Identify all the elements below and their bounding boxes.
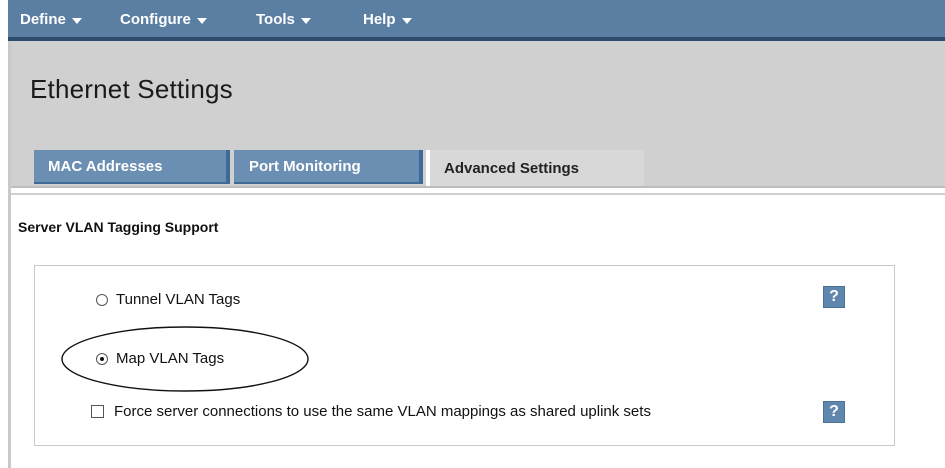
tab-port-monitoring[interactable]: Port Monitoring bbox=[234, 150, 423, 184]
force-checkbox[interactable] bbox=[91, 405, 104, 418]
help-question-icon[interactable]: ? bbox=[823, 286, 845, 308]
map-radio[interactable] bbox=[96, 352, 108, 365]
tabs-baseline bbox=[11, 186, 945, 188]
tab-port-monitoring-label: Port Monitoring bbox=[249, 157, 361, 175]
menu-tools-label: Tools bbox=[256, 11, 295, 28]
chevron-down-icon bbox=[196, 17, 207, 24]
menu-define-label: Define bbox=[20, 11, 66, 28]
tab-mac-addresses-label: MAC Addresses bbox=[48, 157, 163, 175]
option-map-vlan-tags[interactable]: Map VLAN Tags bbox=[96, 350, 224, 367]
tunnel-radio[interactable] bbox=[96, 293, 108, 306]
tab-divider bbox=[226, 150, 230, 182]
tab-divider bbox=[426, 150, 430, 187]
title-band: Ethernet Settings bbox=[11, 41, 945, 125]
page-title: Ethernet Settings bbox=[30, 74, 233, 104]
force-label: Force server connections to use the same… bbox=[114, 403, 651, 420]
help-question-icon[interactable]: ? bbox=[823, 401, 845, 423]
menu-help[interactable]: Help bbox=[363, 11, 412, 28]
tab-advanced-settings[interactable]: Advanced Settings bbox=[426, 150, 644, 187]
menu-configure-label: Configure bbox=[120, 11, 191, 28]
option-force-server-connections[interactable]: Force server connections to use the same… bbox=[91, 403, 651, 420]
menu-define[interactable]: Define bbox=[20, 11, 82, 28]
tab-advanced-settings-label: Advanced Settings bbox=[444, 160, 580, 177]
tab-divider bbox=[419, 150, 423, 182]
chevron-down-icon bbox=[300, 17, 311, 24]
top-menubar: Define Configure Tools Help bbox=[8, 0, 945, 41]
section-heading: Server VLAN Tagging Support bbox=[18, 219, 219, 235]
map-label: Map VLAN Tags bbox=[116, 350, 225, 367]
option-tunnel-vlan-tags[interactable]: Tunnel VLAN Tags bbox=[96, 291, 240, 308]
tab-mac-addresses[interactable]: MAC Addresses bbox=[34, 150, 230, 184]
chevron-down-icon bbox=[401, 17, 412, 24]
menu-help-label: Help bbox=[363, 11, 396, 28]
menu-tools[interactable]: Tools bbox=[256, 11, 311, 28]
menu-configure[interactable]: Configure bbox=[120, 11, 207, 28]
chevron-down-icon bbox=[71, 17, 82, 24]
tunnel-label: Tunnel VLAN Tags bbox=[116, 291, 241, 308]
